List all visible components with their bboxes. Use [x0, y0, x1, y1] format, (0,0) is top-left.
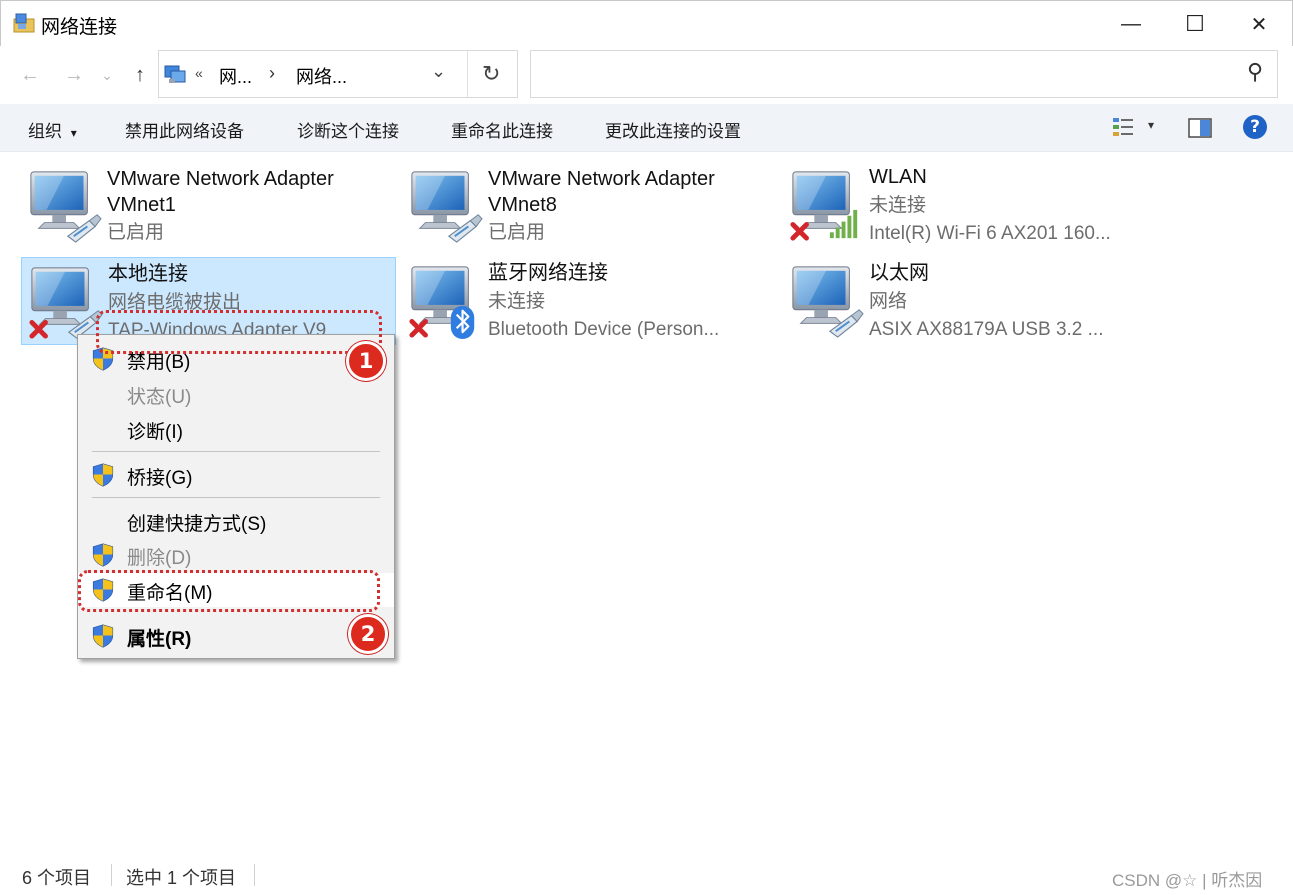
organize-button[interactable]: 组织 ▾	[28, 117, 77, 142]
menu-item-label: 状态(U)	[127, 387, 192, 408]
breadcrumb-item-1[interactable]: 网...	[219, 63, 252, 89]
change-view-icon[interactable]	[1112, 116, 1136, 138]
back-button[interactable]: ←	[16, 60, 44, 90]
connection-item-wlan[interactable]: WLAN 未连接 Intel(R) Wi-Fi 6 AX201 160...	[783, 162, 1158, 250]
back-arrow-icon: ←	[20, 63, 40, 86]
ethernet-icon	[792, 266, 864, 339]
menu-item-label: 创建快捷方式(S)	[127, 514, 267, 535]
address-bar[interactable]: « 网... › 网络... ⌄ ↻	[158, 50, 518, 98]
chevron-down-icon: ⌄	[101, 66, 113, 83]
help-button[interactable]: ?	[1243, 115, 1267, 139]
menu-item-label: 属性(R)	[127, 629, 192, 650]
address-dropdown-icon[interactable]: ⌄	[431, 61, 446, 82]
menu-separator	[92, 497, 380, 498]
network-connections-icon	[164, 65, 186, 83]
item-count: 6 个项目	[22, 868, 92, 888]
forward-button[interactable]: →	[60, 60, 88, 90]
up-button[interactable]: ↑	[126, 60, 154, 90]
network-adapter-icon	[411, 171, 483, 244]
maximize-icon: ☐	[1185, 11, 1205, 36]
search-icon[interactable]: ⚲	[1247, 59, 1263, 85]
menu-item-label: 诊断(I)	[127, 422, 183, 443]
connection-item-bluetooth[interactable]: 蓝牙网络连接 未连接 Bluetooth Device (Person...	[402, 257, 777, 345]
wifi-disconnected-icon	[787, 171, 858, 244]
connection-device: Intel(R) Wi-Fi 6 AX201 160...	[869, 223, 1111, 244]
status-divider	[111, 864, 112, 886]
step-badge-1: 1	[346, 341, 386, 381]
menu-item-status: 状态(U)	[78, 377, 394, 411]
diagnose-connection-button[interactable]: 诊断这个连接	[297, 117, 399, 142]
connection-item-vmnet8[interactable]: VMware Network Adapter VMnet8 已启用	[402, 162, 777, 250]
refresh-icon[interactable]: ↻	[482, 61, 500, 87]
connection-status: 已启用	[107, 222, 165, 243]
bluetooth-disconnected-icon	[406, 266, 475, 339]
search-box[interactable]: ⚲	[530, 50, 1278, 98]
connection-status: 已启用	[488, 222, 546, 243]
connection-name: WLAN	[869, 166, 927, 188]
breadcrumb-item-2[interactable]: 网络...	[296, 63, 347, 89]
menu-item-label: 桥接(G)	[127, 468, 193, 489]
connection-item-ethernet[interactable]: 以太网 网络 ASIX AX88179A USB 3.2 ...	[783, 257, 1158, 345]
connection-name: VMware Network Adapter	[488, 168, 715, 190]
title-bar: 网络连接 — ☐ ✕	[0, 0, 1293, 46]
connection-status: 未连接	[488, 291, 546, 312]
help-icon: ?	[1250, 117, 1260, 137]
network-folder-icon	[13, 13, 35, 33]
selected-count: 选中 1 个项目	[126, 868, 237, 888]
network-adapter-disconnected-icon	[26, 267, 104, 340]
highlight-box-2	[78, 570, 380, 612]
uac-shield-icon	[92, 624, 114, 648]
connection-name: 本地连接	[108, 263, 188, 285]
organize-label: 组织	[28, 122, 62, 141]
view-options-dropdown-icon[interactable]: ▾	[1148, 118, 1154, 132]
bluetooth-icon	[450, 305, 475, 339]
chevron-down-icon: ▾	[70, 126, 77, 140]
connection-device: Bluetooth Device (Person...	[488, 319, 720, 340]
watermark: CSDN @☆ | 听杰因	[1112, 871, 1263, 890]
connection-item-vmnet1[interactable]: VMware Network Adapter VMnet1 已启用	[21, 162, 396, 250]
maximize-button[interactable]: ☐	[1163, 1, 1227, 47]
menu-item-delete: 删除(D)	[78, 538, 394, 572]
status-bar: 6 个项目 选中 1 个项目	[0, 858, 1293, 895]
breadcrumb-separator-icon[interactable]: ›	[269, 63, 275, 84]
connection-status: 网络	[869, 291, 908, 312]
change-settings-button[interactable]: 更改此连接的设置	[605, 117, 741, 142]
menu-item-create-shortcut[interactable]: 创建快捷方式(S)	[78, 504, 394, 538]
close-icon: ✕	[1250, 13, 1268, 36]
minimize-icon: —	[1121, 12, 1141, 35]
uac-shield-icon	[92, 463, 114, 487]
navigation-row: ← → ⌄ ↑ « 网... › 网络... ⌄ ↻ ⚲	[0, 46, 1293, 104]
connection-name: VMware Network Adapter	[107, 168, 334, 190]
connection-name: 以太网	[869, 262, 929, 284]
forward-arrow-icon: →	[64, 63, 84, 86]
menu-item-bridge[interactable]: 桥接(G)	[78, 458, 394, 492]
window-title: 网络连接	[41, 17, 118, 38]
menu-item-label: 删除(D)	[127, 548, 192, 569]
divider	[467, 51, 468, 97]
connection-name: 蓝牙网络连接	[488, 262, 608, 284]
menu-item-diagnose[interactable]: 诊断(I)	[78, 412, 394, 446]
disable-device-button[interactable]: 禁用此网络设备	[125, 117, 244, 142]
status-divider	[254, 864, 255, 886]
connection-status: 未连接	[869, 195, 927, 216]
highlight-box-1	[96, 310, 382, 354]
step-badge-2: 2	[348, 614, 388, 654]
uac-shield-icon	[92, 543, 114, 567]
up-arrow-icon: ↑	[135, 63, 145, 86]
preview-pane-icon[interactable]	[1188, 118, 1212, 138]
rename-connection-button[interactable]: 重命名此连接	[451, 117, 553, 142]
menu-item-properties[interactable]: 属性(R)	[78, 619, 394, 653]
connection-name-line2: VMnet1	[107, 194, 176, 216]
breadcrumb-overflow[interactable]: «	[195, 65, 203, 81]
network-adapter-icon	[30, 171, 103, 244]
connection-name-line2: VMnet8	[488, 194, 557, 216]
minimize-button[interactable]: —	[1099, 1, 1163, 47]
command-bar: 组织 ▾ 禁用此网络设备 诊断这个连接 重命名此连接 更改此连接的设置 ▾ ?	[0, 104, 1293, 152]
menu-separator	[92, 451, 380, 452]
recent-locations-button[interactable]: ⌄	[96, 60, 118, 90]
connection-device: ASIX AX88179A USB 3.2 ...	[869, 319, 1104, 340]
close-button[interactable]: ✕	[1227, 1, 1291, 47]
